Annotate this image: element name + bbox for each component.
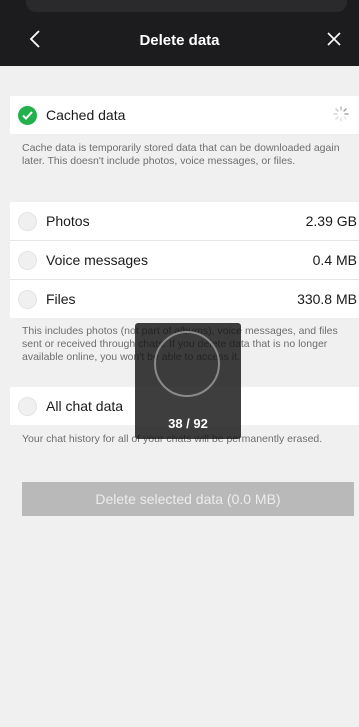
voice-messages-label: Voice messages [46, 252, 148, 268]
unchecked-circle-icon[interactable] [18, 289, 37, 309]
photos-row[interactable]: Photos 2.39 GB [10, 202, 359, 241]
progress-count: 38 / 92 [168, 416, 208, 431]
page-title: Delete data [139, 32, 220, 49]
photos-size: 2.39 GB [305, 213, 357, 229]
cached-data-row[interactable]: Cached data [10, 96, 359, 134]
cached-data-description: Cache data is temporarily stored data th… [22, 142, 340, 167]
photos-label: Photos [46, 213, 90, 229]
files-size: 330.8 MB [297, 291, 357, 307]
voice-messages-row[interactable]: Voice messages 0.4 MB [10, 241, 359, 280]
progress-overlay: 38 / 92 [135, 323, 241, 439]
voice-messages-size: 0.4 MB [312, 252, 357, 268]
status-bar [26, 0, 347, 12]
close-icon [327, 32, 341, 46]
files-row[interactable]: Files 330.8 MB [10, 280, 359, 318]
nav-bar: Delete data [0, 0, 359, 66]
unchecked-circle-icon[interactable] [18, 250, 37, 270]
unchecked-circle-icon[interactable] [18, 396, 37, 416]
loading-spinner-icon [333, 106, 349, 122]
checkmark-icon[interactable] [18, 105, 37, 125]
files-label: Files [46, 291, 76, 307]
progress-ring-icon [154, 331, 220, 397]
close-button[interactable] [319, 24, 349, 54]
unchecked-circle-icon[interactable] [18, 211, 37, 231]
delete-selected-data-button[interactable]: Delete selected data (0.0 MB) [22, 482, 354, 516]
cached-data-label: Cached data [46, 107, 126, 123]
